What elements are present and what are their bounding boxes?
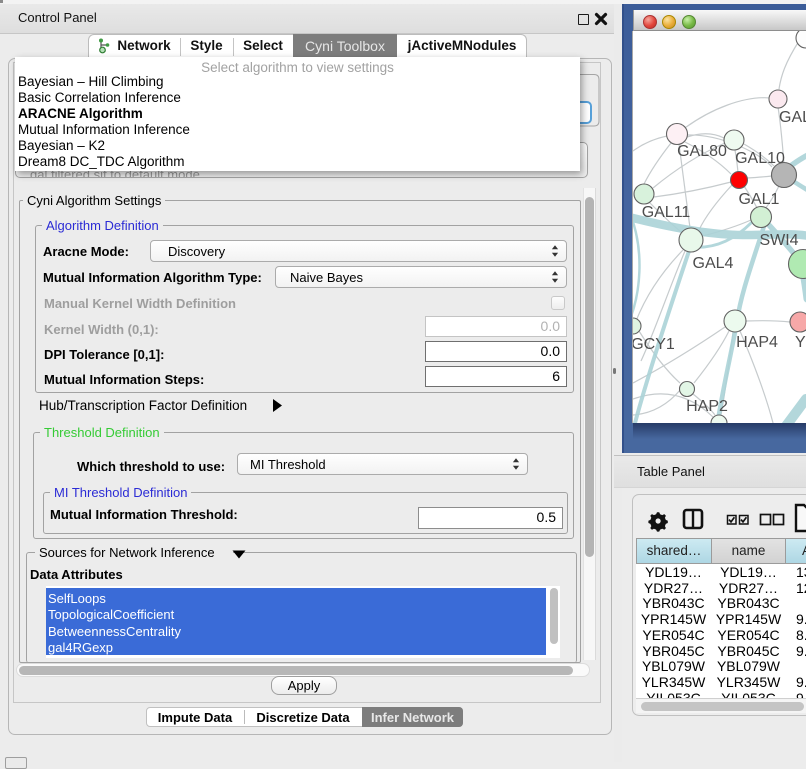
svg-text:YB: YB: [795, 334, 806, 351]
svg-text:GAL11: GAL11: [642, 204, 691, 221]
svg-text:SWI4: SWI4: [759, 232, 798, 249]
svg-text:GAL10: GAL10: [735, 150, 785, 167]
svg-text:GAL7: GAL7: [779, 109, 806, 126]
svg-text:HAP2: HAP2: [686, 398, 728, 415]
svg-text:GCY1: GCY1: [633, 336, 675, 353]
svg-text:GAL80: GAL80: [677, 143, 727, 160]
svg-text:GAL1: GAL1: [739, 191, 780, 208]
svg-text:HAP4: HAP4: [736, 334, 778, 351]
svg-text:GAL4: GAL4: [693, 255, 734, 272]
